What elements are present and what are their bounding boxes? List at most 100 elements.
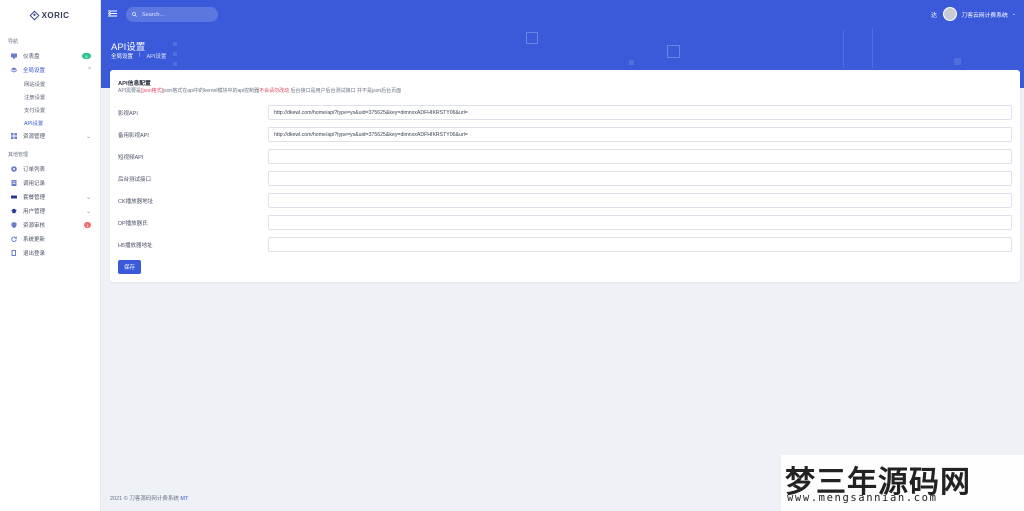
search-box[interactable] <box>126 7 218 22</box>
form-row-h5-player: H5播放器地址 <box>118 237 1012 252</box>
username: 刀客云网计费系统 <box>961 12 1008 19</box>
field-label: 后台测试接口 <box>118 177 152 183</box>
chevron-down-icon: ⌄ <box>85 133 91 140</box>
decor-square <box>526 32 538 44</box>
users-icon <box>11 208 17 214</box>
field-label: H5播放器地址 <box>118 243 153 249</box>
nav-section-title: 其他管理 <box>8 152 29 158</box>
breadcrumb-separator: | <box>139 52 141 58</box>
breadcrumb-current: API设置 <box>146 54 167 60</box>
sidebar-item-dashboard[interactable]: 仪表盘 6 <box>0 49 100 63</box>
sidebar-item-label: 调用记录 <box>23 181 46 187</box>
desc-text: 后台接口是用户后台测试接口 并不是json后台页面 <box>289 88 402 94</box>
sidebar-item-resource-review[interactable]: 资源审核 1 <box>0 218 100 232</box>
package-icon <box>11 194 17 200</box>
h5-player-input[interactable] <box>268 237 1012 252</box>
breadcrumb-item[interactable]: 全局设置 <box>111 52 133 60</box>
record-icon <box>11 180 17 186</box>
update-icon <box>11 236 17 242</box>
sidebar-item-label: 全局设置 <box>23 68 46 74</box>
form-row-short-video-api: 短视频API <box>118 149 1012 164</box>
sidebar-item-label: 资源审核 <box>23 223 46 229</box>
chevron-down-icon: ⌄ <box>85 194 91 201</box>
sidebar-item-global-settings[interactable]: 全局设置 ^ <box>0 63 100 77</box>
sidebar: XORIC 导航 仪表盘 6 全局设置 ^ 网站设置 注册设置 支付设置 API… <box>0 0 101 511</box>
sidebar-subitem-register-settings[interactable]: 注册设置 <box>0 90 100 103</box>
app-logo[interactable]: XORIC <box>0 0 100 30</box>
form-row-ck-player: CK播放器地址 <box>118 193 1012 208</box>
logo-icon <box>29 10 40 20</box>
sidebar-item-users[interactable]: 用户管理 ⌄ <box>0 204 100 218</box>
sidebar-item-label: 退出登录 <box>23 251 46 257</box>
decor-line <box>843 30 844 68</box>
footer-text: 2021 © 刀客源码网计费系统 <box>110 496 179 502</box>
field-label: CK播放器地址 <box>118 199 154 205</box>
user-menu[interactable]: 刀客云网计费系统 ⌄ <box>943 7 1016 21</box>
notification-badge: 1 <box>84 222 91 228</box>
avatar <box>943 7 958 21</box>
decor-square <box>954 58 961 65</box>
card-title: API信息配置 <box>118 81 151 87</box>
chevron-down-icon: ⌄ <box>1011 11 1016 17</box>
footer: 2021 © 刀客源码网计费系统 MT <box>110 494 188 502</box>
order-icon <box>11 166 17 172</box>
sidebar-item-label: 套餐管理 <box>23 195 46 201</box>
sidebar-item-label: 系统更新 <box>23 237 46 243</box>
desc-highlight: [json格式] <box>141 88 164 94</box>
search-input[interactable] <box>142 11 212 18</box>
desc-text: API需要是 <box>118 88 142 94</box>
language-switch[interactable]: 达 <box>931 10 937 19</box>
field-label: 备用影视API <box>118 133 149 139</box>
chevron-up-icon: ^ <box>88 67 91 73</box>
ck-player-input[interactable] <box>268 193 1012 208</box>
decor-square <box>173 52 177 56</box>
watermark: 梦三年源码网 www.mengsannian.com <box>781 455 1024 511</box>
card-description: API需要是[json格式]json格式在api中的kernel模块中的api控… <box>118 87 401 94</box>
chevron-down-icon: ⌄ <box>85 208 91 215</box>
field-label: DP播放器氏 <box>118 221 148 227</box>
sidebar-item-label: 用户管理 <box>23 209 46 215</box>
save-button[interactable]: 保存 <box>118 260 141 274</box>
decor-square <box>667 45 680 58</box>
sidebar-item-orders[interactable]: 订单列表 <box>0 162 100 176</box>
sidebar-item-label: 订单列表 <box>23 167 46 173</box>
watermark-url: www.mengsannian.com <box>787 492 938 504</box>
logo-text: XORIC <box>41 10 70 20</box>
decor-square <box>173 42 177 46</box>
form-row-backend-test: 后台测试接口 <box>118 171 1012 186</box>
review-icon <box>11 222 17 228</box>
dp-player-input[interactable] <box>268 215 1012 230</box>
sidebar-item-resources[interactable]: 资源管理 ⌄ <box>0 129 100 143</box>
decor-line <box>872 28 873 68</box>
sidebar-item-label: 仪表盘 <box>23 54 40 60</box>
nav-section-title: 导航 <box>8 39 19 45</box>
form-row-backup-video-api: 备用影视API <box>118 127 1012 142</box>
sidebar-item-packages[interactable]: 套餐管理 ⌄ <box>0 190 100 204</box>
dashboard-icon <box>11 53 17 59</box>
desc-text: json格式在api中的kernel模块中的api控制器 <box>163 88 260 94</box>
menu-toggle-icon[interactable] <box>107 10 117 19</box>
video-api-input[interactable] <box>268 105 1012 120</box>
backend-test-input[interactable] <box>268 171 1012 186</box>
sidebar-subitem-payment-settings[interactable]: 支付设置 <box>0 103 100 116</box>
short-video-api-input[interactable] <box>268 149 1012 164</box>
sidebar-item-system-update[interactable]: 系统更新 <box>0 232 100 246</box>
settings-icon <box>11 67 17 73</box>
decor-square <box>173 62 177 66</box>
sidebar-item-call-records[interactable]: 调用记录 <box>0 176 100 190</box>
sidebar-subitem-api-settings[interactable]: API设置 <box>0 116 100 129</box>
sidebar-item-label: 资源管理 <box>23 134 46 140</box>
sidebar-subitem-site-settings[interactable]: 网站设置 <box>0 77 100 90</box>
sidebar-item-logout[interactable]: 退出登录 <box>0 246 100 260</box>
page-title: API设置 <box>111 42 146 53</box>
desc-highlight: 不会请勿改动 <box>259 88 290 94</box>
grid-icon <box>11 133 17 139</box>
backup-video-api-input[interactable] <box>268 127 1012 142</box>
decor-square <box>629 60 634 65</box>
footer-brand[interactable]: MT <box>180 496 188 502</box>
field-label: 影视API <box>118 111 138 117</box>
notification-badge: 6 <box>82 53 91 59</box>
search-icon <box>132 12 137 17</box>
api-settings-card: API信息配置 API需要是[json格式]json格式在api中的kernel… <box>110 70 1020 282</box>
form-row-video-api: 影视API <box>118 105 1012 120</box>
